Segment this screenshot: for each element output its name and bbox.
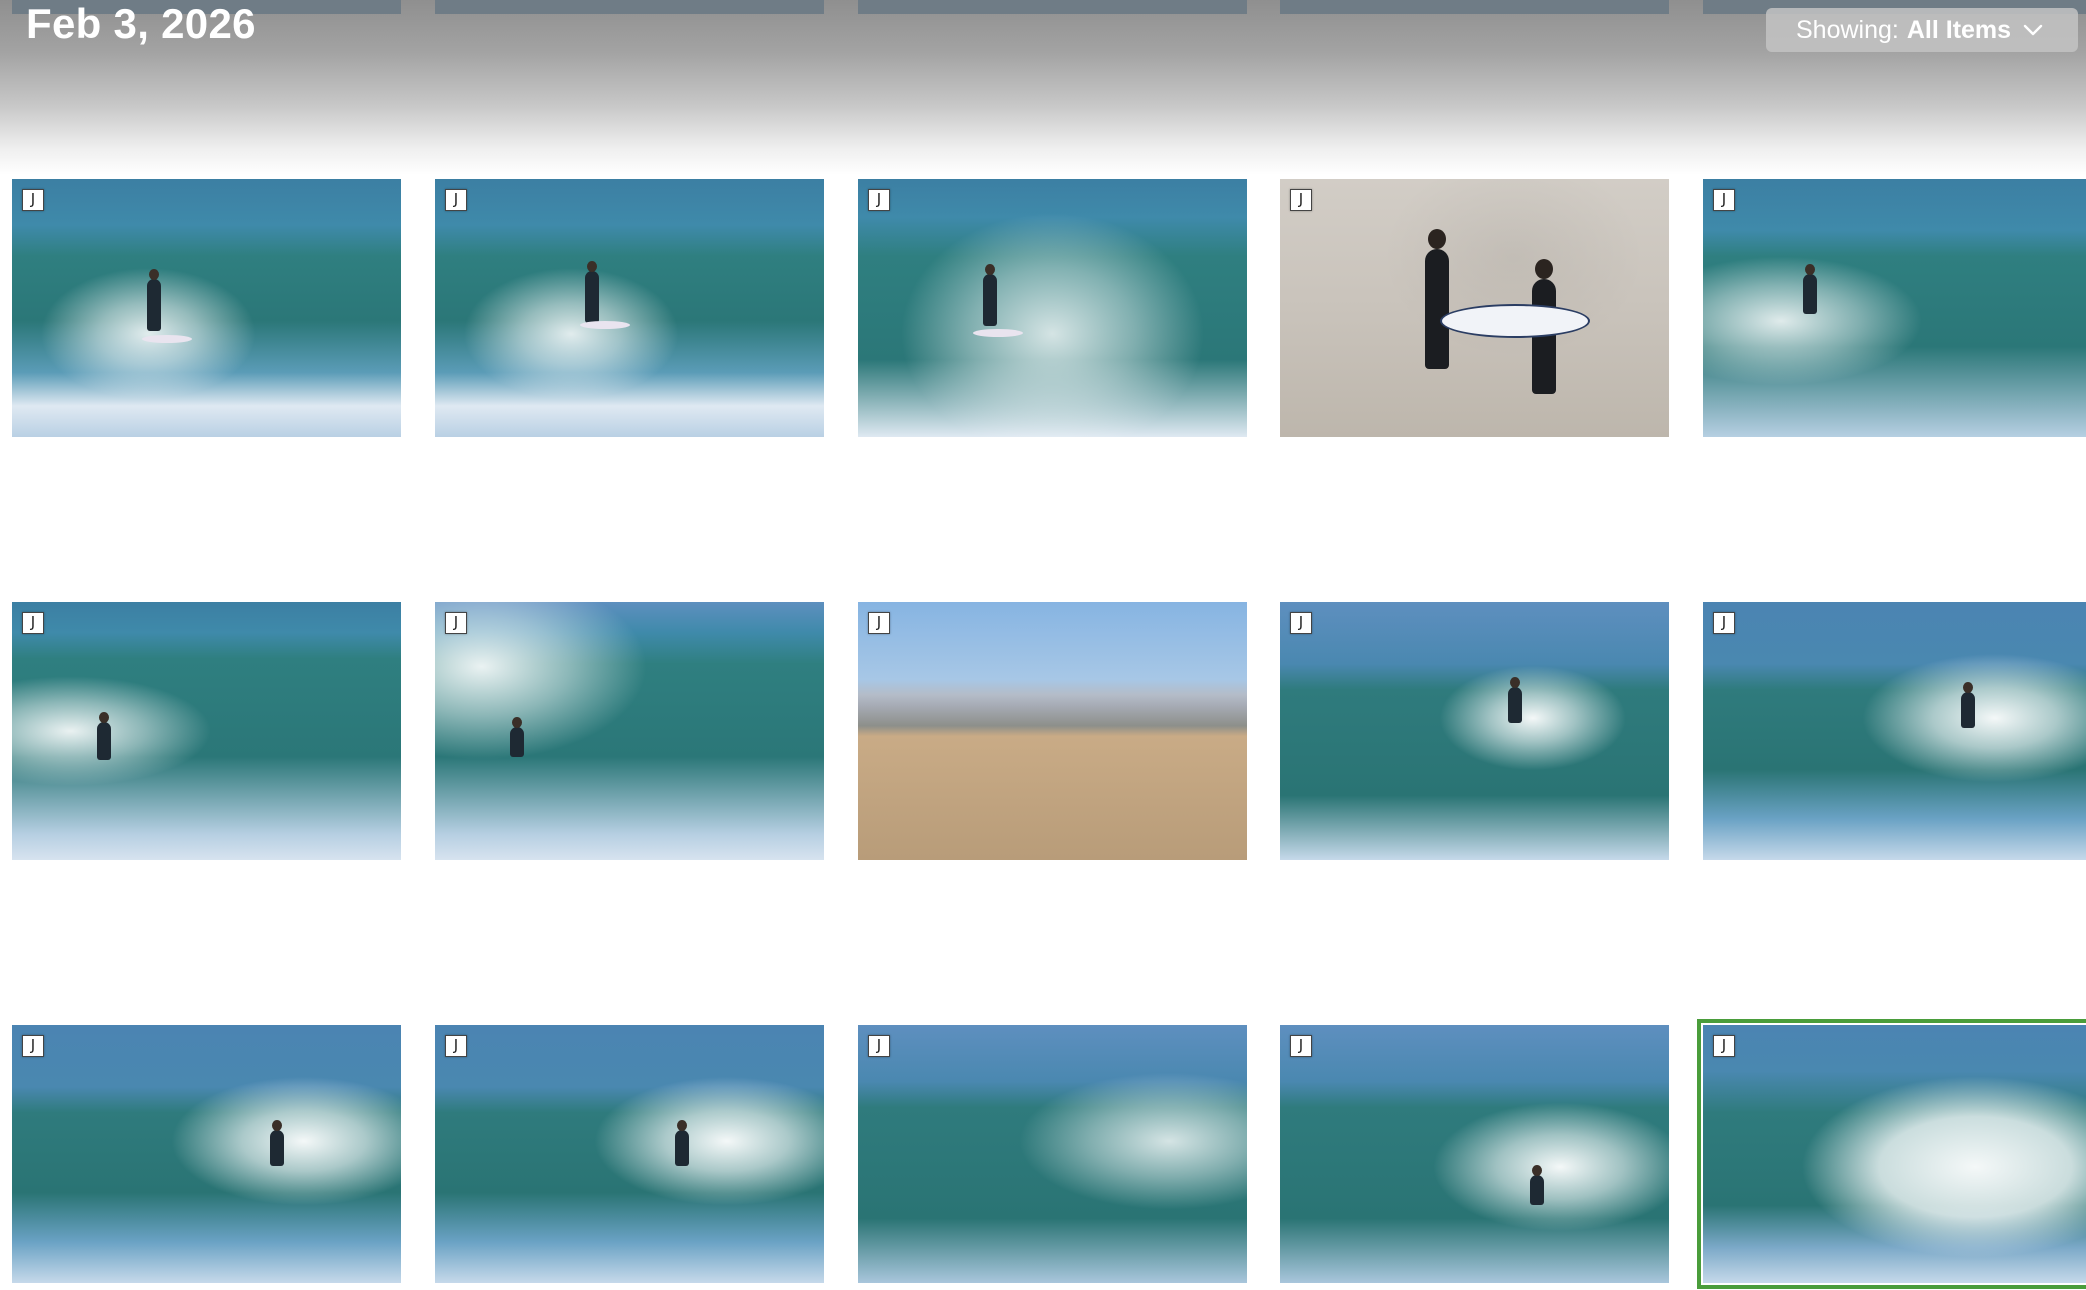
photo-grid: J J J J J J J J J J J J J J J [0,0,2086,1290]
photo-image [435,179,824,437]
surfer-figure [1803,264,1817,314]
photo-thumbnail[interactable]: J [12,602,401,860]
photo-image [858,179,1247,437]
surfer-figure [147,269,161,331]
photo-thumbnail[interactable]: J [1280,602,1669,860]
photo-thumbnail[interactable]: J [858,179,1247,437]
photo-thumbnail[interactable]: J [858,602,1247,860]
showing-filter-label: Showing: [1796,15,1899,44]
photo-image [12,1025,401,1283]
jpeg-badge-icon: J [22,612,44,634]
jpeg-badge-icon: J [1290,1035,1312,1057]
jpeg-badge-icon: J [1713,612,1735,634]
previous-row-edge [435,0,824,14]
surfboard [142,335,192,343]
photo-thumbnail[interactable]: J [858,1025,1247,1283]
jpeg-badge-icon: J [445,1035,467,1057]
surfer-figure [1961,682,1975,728]
showing-filter-value: All Items [1906,15,2012,44]
photo-thumbnail[interactable]: J [435,179,824,437]
surfer-figure [510,717,524,757]
photo-image [1703,179,2086,437]
surfer-figure [1508,677,1522,723]
jpeg-badge-icon: J [445,612,467,634]
surfer-figure [97,712,111,760]
previous-row-edge [858,0,1247,14]
chevron-down-icon [2023,24,2043,36]
photo-thumbnail[interactable]: J [1703,602,2086,860]
jpeg-badge-icon: J [1290,612,1312,634]
showing-filter-button[interactable]: Showing: All Items [1766,8,2078,52]
jpeg-badge-icon: J [445,189,467,211]
jpeg-badge-icon: J [868,189,890,211]
photo-image [435,602,824,860]
photo-image [1280,1025,1669,1283]
surfer-figure [675,1120,689,1166]
surfboard [973,329,1023,337]
photo-image [1703,1025,2086,1283]
photo-thumbnail[interactable]: J [435,602,824,860]
surfboard [1440,304,1590,338]
surfer-figure [1530,1165,1544,1205]
person-figure [1425,229,1449,369]
jpeg-badge-icon: J [868,612,890,634]
photo-image [1703,602,2086,860]
photo-image [12,179,401,437]
jpeg-badge-icon: J [1713,1035,1735,1057]
previous-row-edge [1280,0,1669,14]
photo-thumbnail[interactable]: J [435,1025,824,1283]
surfer-figure [585,261,599,323]
photo-thumbnail[interactable]: J [1280,179,1669,437]
surfer-figure [270,1120,284,1166]
photo-image [12,602,401,860]
photo-image [435,1025,824,1283]
photo-image [1280,602,1669,860]
photo-thumbnail[interactable]: J [12,1025,401,1283]
photo-thumbnail[interactable]: J [1703,179,2086,437]
photo-thumbnail[interactable]: J [12,179,401,437]
jpeg-badge-icon: J [22,189,44,211]
surfer-figure [983,264,997,326]
date-header: Feb 3, 2026 Showing: All Items [0,0,2086,175]
jpeg-badge-icon: J [868,1035,890,1057]
photo-thumbnail[interactable]: J [1280,1025,1669,1283]
section-date-title: Feb 3, 2026 [26,0,256,47]
jpeg-badge-icon: J [1290,189,1312,211]
photo-thumbnail-selected[interactable]: J [1697,1019,2086,1289]
surfboard [580,321,630,329]
photo-image [858,602,1247,860]
jpeg-badge-icon: J [22,1035,44,1057]
photo-image [858,1025,1247,1283]
jpeg-badge-icon: J [1713,189,1735,211]
